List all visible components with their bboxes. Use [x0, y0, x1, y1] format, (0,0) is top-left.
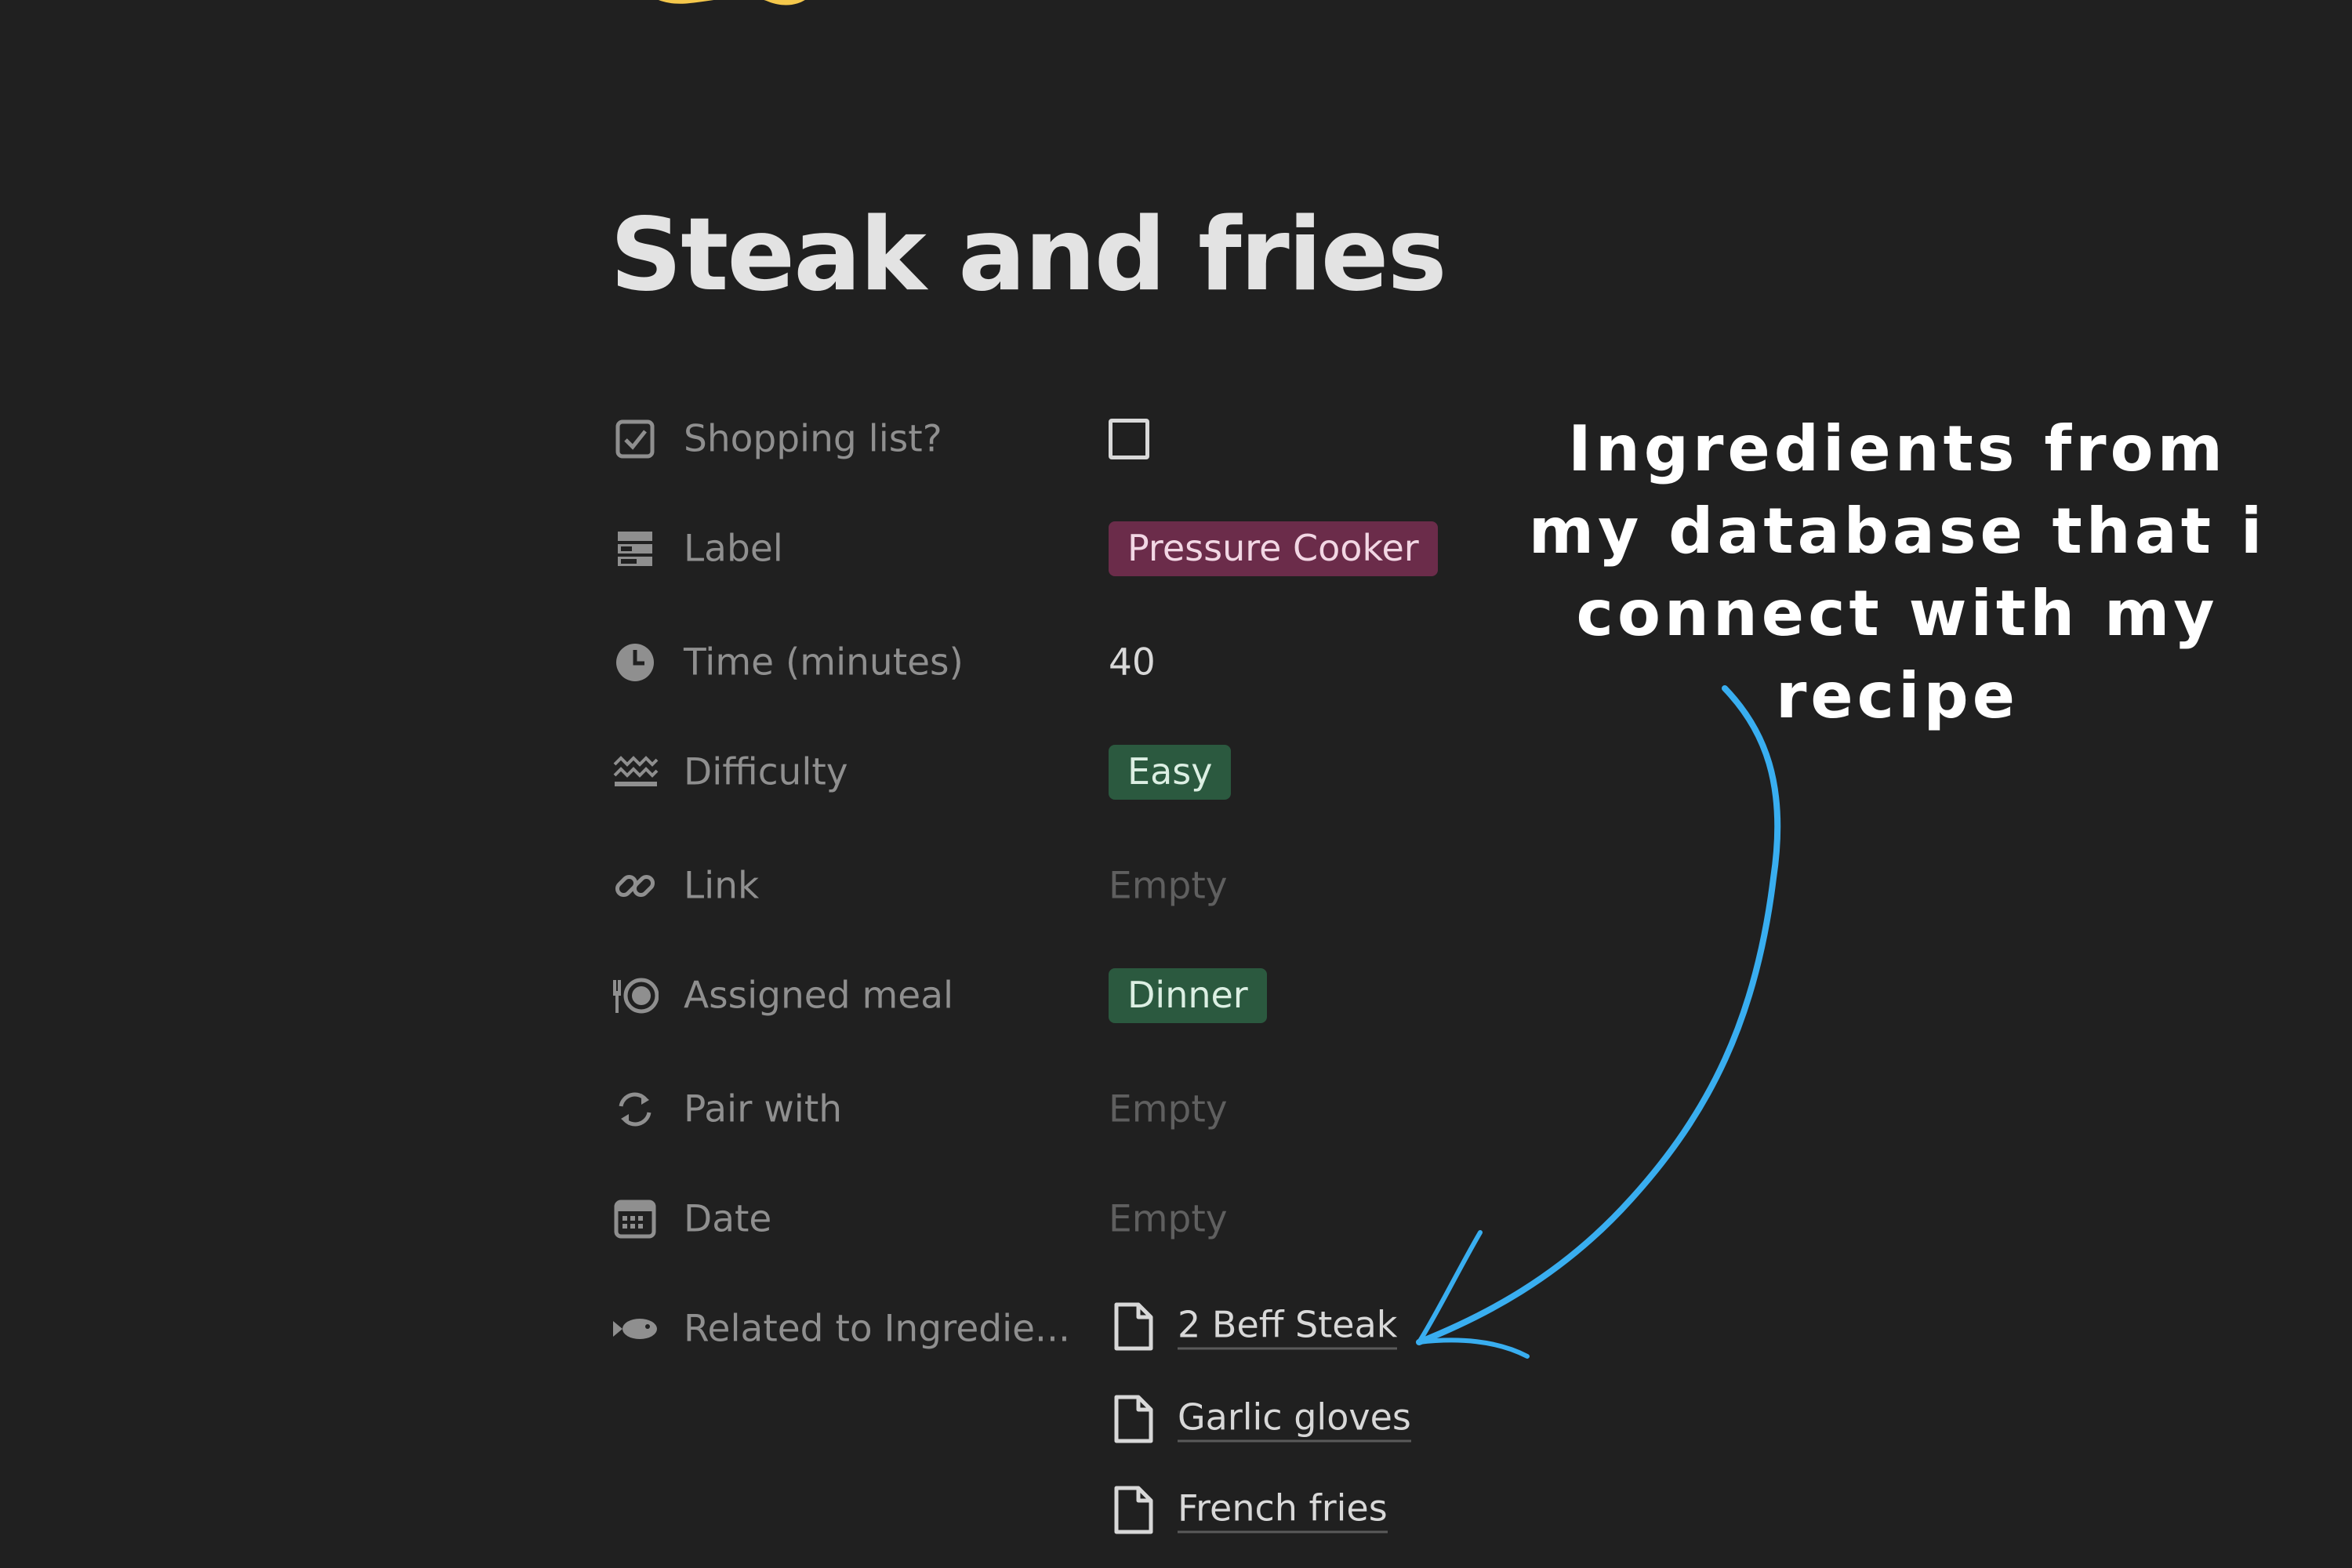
link-icon — [612, 862, 659, 909]
shopping-list-checkbox[interactable] — [1109, 419, 1149, 459]
link-value[interactable]: Empty — [1109, 865, 1228, 908]
time-value[interactable]: 40 — [1109, 641, 1156, 684]
document-icon — [1112, 1394, 1156, 1444]
checkbox-icon — [612, 416, 659, 463]
calendar-icon — [612, 1196, 659, 1243]
property-pair-with[interactable]: Pair with Empty — [612, 1074, 1513, 1145]
sync-icon — [612, 1086, 659, 1133]
relation-link[interactable]: French fries — [1178, 1487, 1388, 1534]
property-time[interactable]: Time (minutes) 40 — [612, 627, 1513, 698]
document-icon — [1112, 1485, 1156, 1535]
property-difficulty[interactable]: Difficulty Easy — [612, 737, 1513, 808]
property-label: Pair with — [684, 1087, 843, 1131]
difficulty-tag[interactable]: Easy — [1109, 745, 1232, 800]
label-tag[interactable]: Pressure Cooker — [1109, 521, 1438, 576]
property-label: Label — [684, 527, 783, 571]
property-shopping-list[interactable]: Shopping list? — [612, 404, 1513, 474]
list-icon — [612, 525, 659, 572]
property-label: Date — [684, 1197, 772, 1241]
property-label: Related to Ingredie... — [684, 1307, 1070, 1351]
relation-item[interactable]: French fries — [1112, 1479, 1504, 1541]
assigned-meal-tag[interactable]: Dinner — [1109, 968, 1267, 1023]
property-date[interactable]: Date Empty — [612, 1184, 1513, 1254]
relation-link[interactable]: 2 Beff Steak — [1178, 1304, 1398, 1350]
relation-link[interactable]: Garlic gloves — [1178, 1396, 1411, 1443]
annotation-callout: Ingredients from my database that i conn… — [1528, 412, 2267, 732]
property-label: Assigned meal — [684, 974, 954, 1018]
fork-plate-icon — [612, 972, 659, 1019]
page-emoji-icon[interactable] — [619, 0, 823, 39]
pair-with-value[interactable]: Empty — [1109, 1088, 1228, 1131]
property-assigned-meal[interactable]: Assigned meal Dinner — [612, 960, 1513, 1031]
property-link[interactable]: Link Empty — [612, 851, 1513, 921]
property-label: Difficulty — [684, 750, 848, 794]
property-label: Link — [684, 864, 760, 908]
property-label: Time (minutes) — [684, 641, 964, 684]
relation-item[interactable]: 2 Beff Steak — [1112, 1295, 1504, 1358]
relation-item[interactable]: Garlic gloves — [1112, 1388, 1504, 1450]
clock-icon — [612, 639, 659, 686]
property-label: Shopping list? — [684, 417, 942, 461]
property-label-tag[interactable]: Label Pressure Cooker — [612, 514, 1513, 584]
date-value[interactable]: Empty — [1109, 1198, 1228, 1241]
document-icon — [1112, 1301, 1156, 1352]
page-title[interactable]: Steak and fries — [610, 205, 1447, 306]
wave-icon — [612, 749, 659, 796]
fish-relation-icon — [612, 1305, 659, 1352]
